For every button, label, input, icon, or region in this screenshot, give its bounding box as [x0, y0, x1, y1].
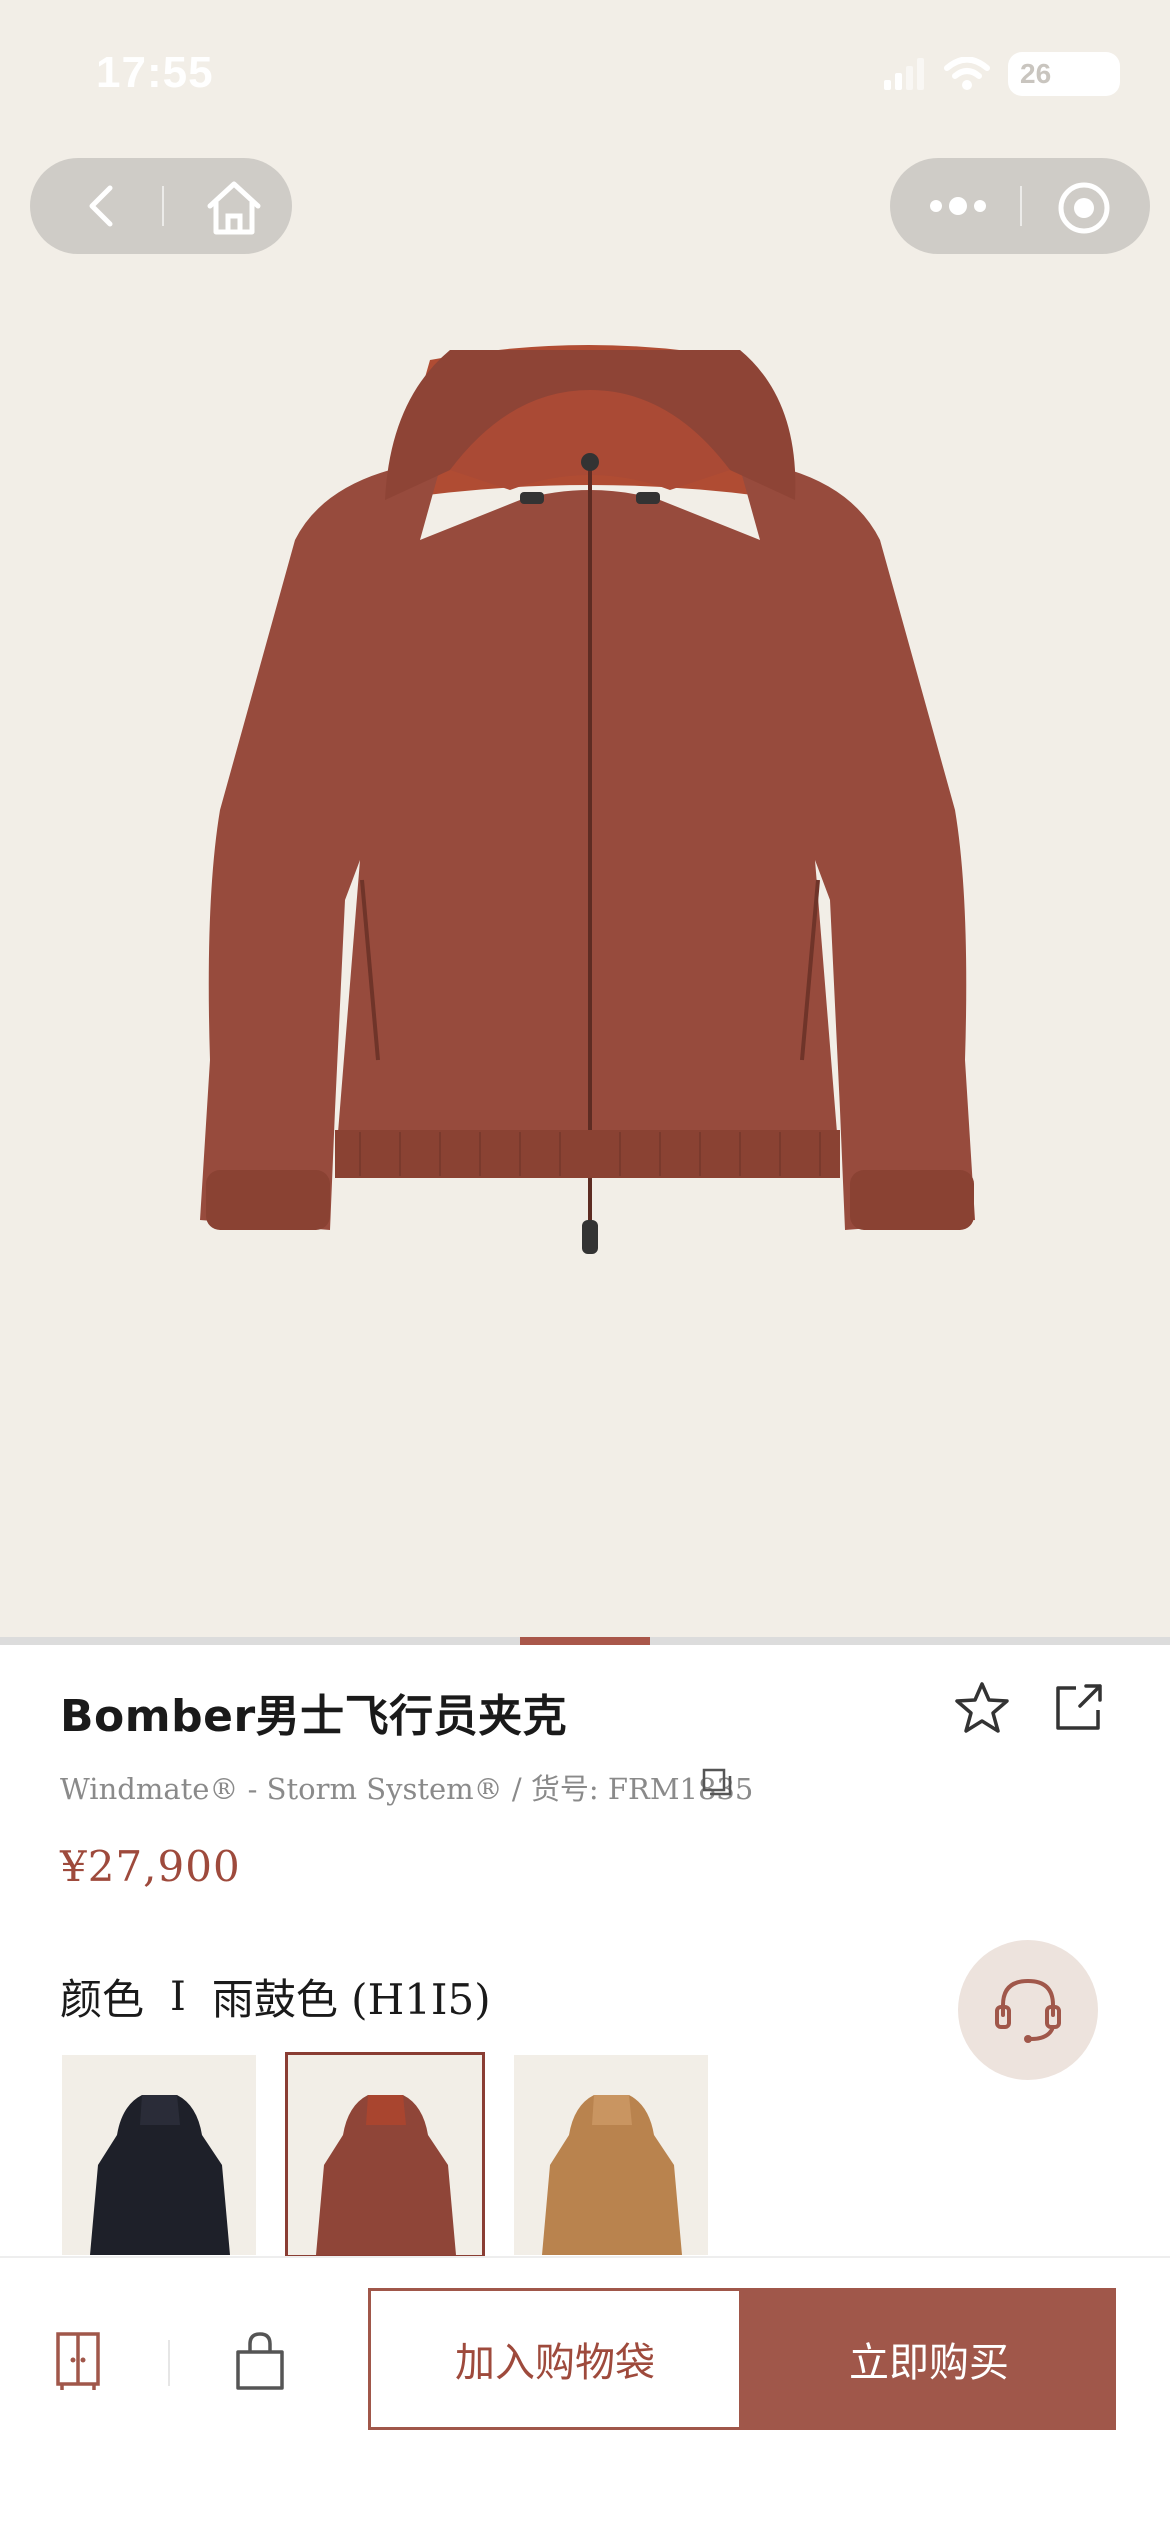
- close-miniprogram-icon[interactable]: [1056, 180, 1112, 236]
- nav-capsule: [30, 158, 292, 254]
- miniprogram-capsule: [890, 158, 1150, 254]
- share-button[interactable]: [1046, 1676, 1110, 1740]
- buy-now-button[interactable]: 立即购买: [742, 2288, 1116, 2430]
- swatch-navy[interactable]: [62, 2055, 256, 2255]
- product-image-jacket: [200, 345, 975, 1254]
- star-icon: [955, 1682, 1009, 1733]
- color-label: 颜色: [60, 1975, 145, 2024]
- status-icons: 26: [884, 52, 1120, 96]
- product-title: Bomber男士飞行员夹克: [60, 1691, 568, 1742]
- headset-icon: [995, 1978, 1061, 2043]
- swatch-jacket-camel: [542, 2095, 682, 2255]
- bar-divider: [168, 2340, 170, 2386]
- signal-icon: [884, 58, 924, 90]
- swatch-jacket-navy: [90, 2095, 230, 2255]
- status-time: 17:55: [96, 48, 214, 97]
- wifi-icon: [944, 57, 990, 90]
- capsule-divider: [162, 186, 164, 226]
- swatch-jacket-rust: [316, 2095, 456, 2255]
- shopping-bag-icon[interactable]: [230, 2328, 290, 2394]
- add-to-bag-button[interactable]: 加入购物袋: [368, 2288, 742, 2430]
- more-icon[interactable]: [928, 194, 988, 218]
- back-icon[interactable]: [82, 184, 122, 228]
- product-price: ¥27,900: [60, 1842, 241, 1891]
- capsule-divider: [1020, 186, 1022, 226]
- wardrobe-icon[interactable]: [48, 2328, 108, 2394]
- share-icon: [1056, 1684, 1102, 1730]
- product-image-area[interactable]: 17:55 26: [0, 0, 1170, 1640]
- gallery-progress-fill: [520, 1637, 650, 1645]
- color-swatches: [62, 2052, 708, 2258]
- swatch-rust[interactable]: [285, 2052, 485, 2258]
- color-separator: I: [170, 1973, 186, 2020]
- favorite-button[interactable]: [950, 1676, 1014, 1740]
- customer-service-button[interactable]: [958, 1940, 1098, 2080]
- product-subtitle: Windmate® - Storm System® / 货号: FRM1835: [60, 1772, 754, 1806]
- gallery-progress: [0, 1637, 1170, 1645]
- color-selection-label: 颜色 I 雨鼓色 (H1I5): [60, 1966, 491, 2027]
- swatch-camel[interactable]: [514, 2055, 708, 2255]
- home-icon[interactable]: [204, 178, 264, 236]
- color-value: 雨鼓色 (H1I5): [211, 1975, 491, 2024]
- battery-indicator: 26: [1008, 52, 1120, 96]
- bottom-action-bar: 加入购物袋 立即购买: [0, 2256, 1170, 2532]
- copy-icon[interactable]: [700, 1766, 734, 1800]
- battery-level: 26: [1020, 58, 1052, 89]
